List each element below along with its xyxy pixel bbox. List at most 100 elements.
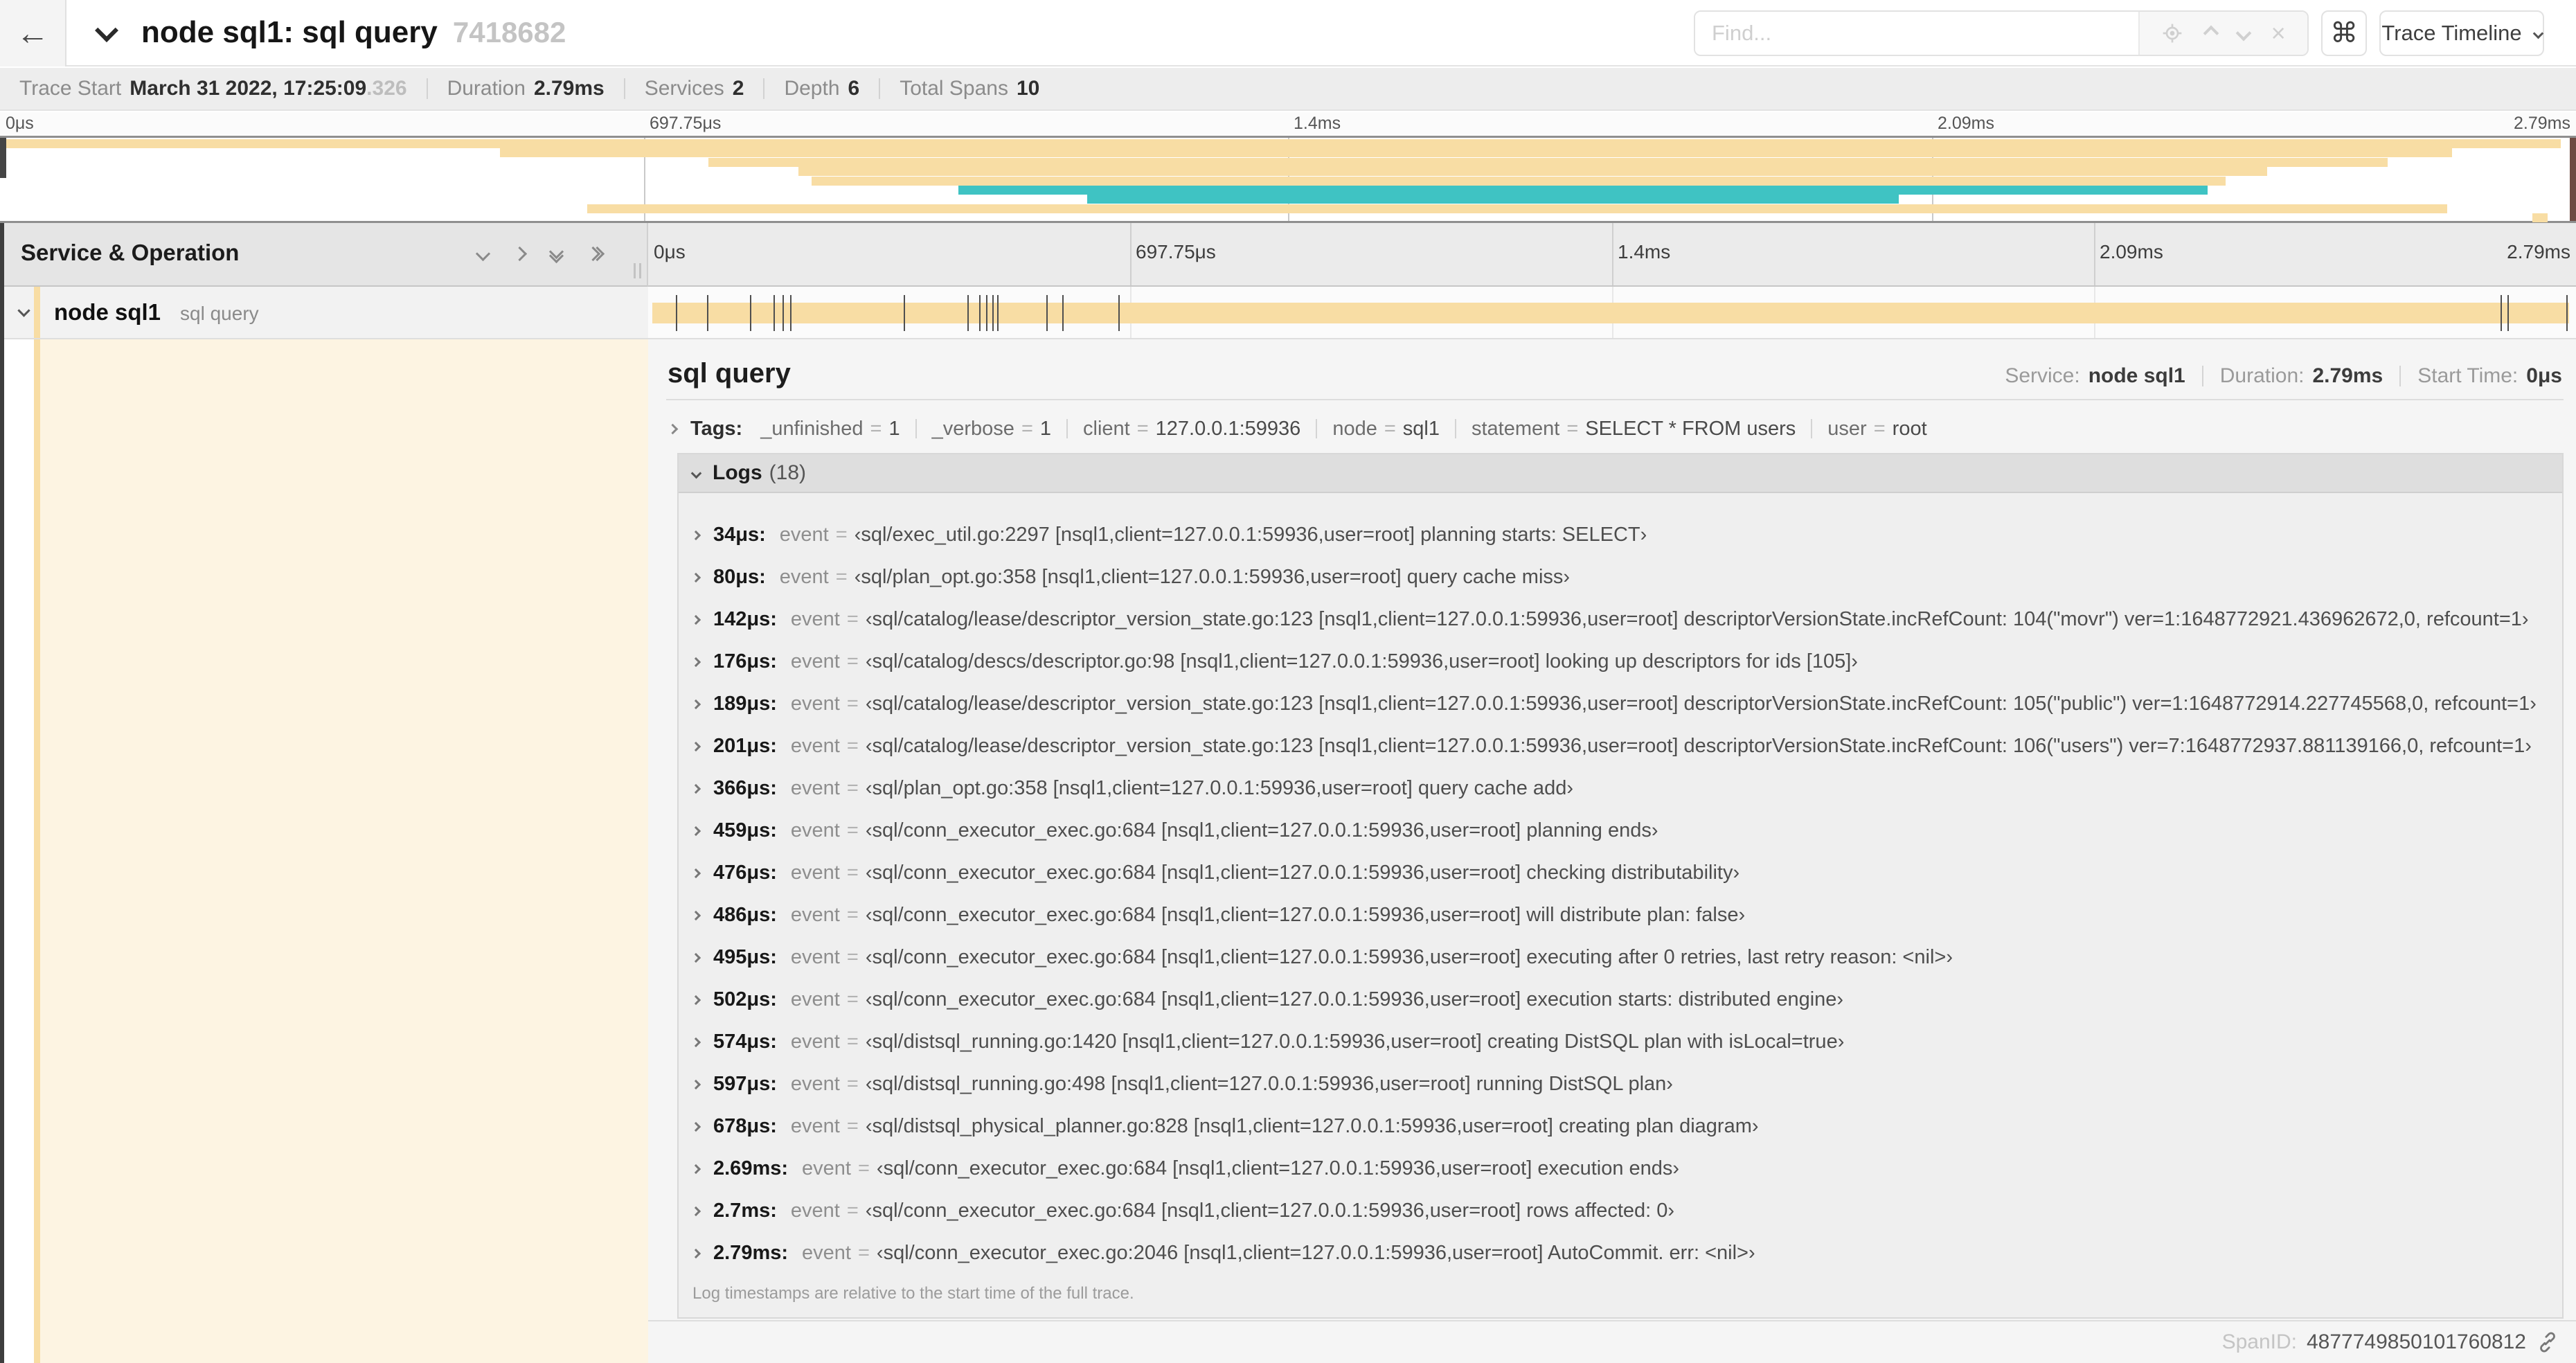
log-equals: =	[846, 693, 859, 715]
logs-header[interactable]: Logs (18)	[679, 454, 2562, 493]
info-label: Services	[644, 77, 724, 100]
chevron-right-icon	[690, 1121, 701, 1132]
log-field-value: ‹sql/distsql_running.go:1420 [nsql1,clie…	[865, 1031, 1845, 1053]
log-field-key: event	[790, 819, 840, 841]
log-marker	[997, 295, 999, 331]
collapse-all-icon[interactable]	[548, 244, 564, 264]
log-timestamp: 597μs:	[713, 1073, 777, 1095]
log-field-value: ‹sql/plan_opt.go:358 [nsql1,client=127.0…	[865, 777, 1573, 799]
log-row[interactable]: 2.7ms: event = ‹sql/conn_executor_exec.go:6…	[690, 1190, 2562, 1232]
deep-link-icon[interactable]	[2536, 1330, 2559, 1354]
top-bar: ← node sql1: sql query 7418682 × ⌘ Trace …	[0, 0, 2576, 66]
tag-value: 1	[1039, 417, 1052, 440]
log-row[interactable]: 495μs: event = ‹sql/conn_executor_exec.go:6…	[690, 936, 2562, 979]
log-marker	[749, 295, 751, 331]
span-name-cell[interactable]: node sql1 sql query	[0, 287, 648, 339]
log-row[interactable]: 597μs: event = ‹sql/distsql_running.go:498 …	[690, 1063, 2562, 1105]
logs-list: 34μs: event = ‹sql/exec_util.go:2297 [nsql1…	[679, 495, 2562, 1317]
log-row[interactable]: 189μs: event = ‹sql/catalog/lease/descripto…	[690, 683, 2562, 725]
chevron-right-icon	[690, 530, 701, 540]
tag-key: client	[1083, 417, 1130, 440]
collapse-one-icon[interactable]	[475, 246, 491, 262]
view-selector-label: Trace Timeline	[2381, 21, 2522, 45]
timeline-minimap[interactable]	[0, 136, 2576, 223]
span-collapse-chevron-icon[interactable]	[17, 304, 30, 317]
log-field-key: event	[790, 1073, 840, 1095]
left-edge-scrollbar[interactable]	[0, 223, 4, 1363]
chevron-right-icon	[690, 783, 701, 794]
log-marker	[782, 295, 784, 331]
expand-one-icon[interactable]	[512, 246, 528, 262]
tag-divider	[1066, 419, 1068, 438]
span-duration-bar[interactable]	[652, 295, 2569, 331]
log-row[interactable]: 176μs: event = ‹sql/catalog/descs/descripto…	[690, 641, 2562, 683]
locate-icon[interactable]	[2161, 22, 2183, 44]
duration-value: 2.79ms	[2312, 364, 2383, 387]
log-equals: =	[835, 566, 848, 588]
expand-all-icon[interactable]	[585, 246, 605, 262]
log-field-value: ‹sql/catalog/lease/descriptor_version_st…	[865, 608, 2529, 630]
span-detail-panel: sql query Service: node sql1 Duration: 2.7…	[648, 339, 2576, 1363]
minimap-left-scrubber[interactable]	[0, 138, 6, 178]
logs-section: Logs (18) 34μs: event = ‹sql/exec_util.go:2…	[677, 453, 2564, 1319]
tag-value: 127.0.0.1:59936	[1155, 417, 1301, 440]
log-field-key: event	[779, 524, 829, 546]
info-value: 2	[732, 77, 744, 100]
chevron-right-icon	[690, 952, 701, 963]
minimap-right-scrubber[interactable]	[2570, 138, 2576, 221]
log-row[interactable]: 486μs: event = ‹sql/conn_executor_exec.go:6…	[690, 894, 2562, 936]
tag-value: sql1	[1402, 417, 1440, 440]
find-next-icon[interactable]	[2235, 25, 2252, 42]
find-prev-icon[interactable]	[2203, 25, 2219, 42]
tag-equals: =	[1384, 417, 1396, 440]
log-row[interactable]: 142μs: event = ‹sql/catalog/lease/descripto…	[690, 598, 2562, 641]
log-row[interactable]: 2.69ms: event = ‹sql/conn_executor_exec.go:…	[690, 1148, 2562, 1190]
back-button[interactable]: ←	[0, 0, 66, 66]
tag-key: _unfinished	[760, 417, 864, 440]
log-field-key: event	[790, 608, 840, 630]
log-row[interactable]: 366μs: event = ‹sql/plan_opt.go:358 [nsql1,…	[690, 767, 2562, 810]
log-field-key: event	[790, 650, 840, 672]
log-marker	[707, 295, 709, 331]
log-marker	[1046, 295, 1048, 331]
log-row[interactable]: 502μs: event = ‹sql/conn_executor_exec.go:6…	[690, 979, 2562, 1021]
collapse-trace-chevron-icon[interactable]	[95, 19, 118, 42]
tag-equals: =	[1021, 417, 1033, 440]
log-row[interactable]: 2.79ms: event = ‹sql/conn_executor_exec.go:…	[690, 1232, 2562, 1274]
log-equals: =	[857, 1157, 870, 1179]
minimap-tick-labels: 0μs 697.75μs 1.4ms 2.09ms 2.79ms	[0, 112, 2576, 136]
log-row[interactable]: 678μs: event = ‹sql/distsql_physical_planne…	[690, 1105, 2562, 1148]
tags-row[interactable]: Tags: _unfinished = 1 _verbose = 1 client = 127.…	[667, 410, 1927, 447]
log-marker	[986, 295, 988, 331]
log-row[interactable]: 80μs: event = ‹sql/plan_opt.go:358 [nsql1,c…	[690, 556, 2562, 598]
log-field-key: event	[790, 946, 840, 968]
log-row[interactable]: 459μs: event = ‹sql/conn_executor_exec.go:6…	[690, 810, 2562, 852]
log-row[interactable]: 476μs: event = ‹sql/conn_executor_exec.go:6…	[690, 852, 2562, 894]
meta-divider	[2399, 366, 2401, 386]
view-selector-button[interactable]: Trace Timeline	[2379, 10, 2544, 56]
log-timestamp: 476μs:	[713, 862, 777, 884]
tick-label: 697.75μs	[650, 114, 722, 133]
log-field-value: ‹sql/conn_executor_exec.go:684 [nsql1,cl…	[865, 819, 1658, 841]
log-row[interactable]: 201μs: event = ‹sql/catalog/lease/descripto…	[690, 725, 2562, 767]
service-value: node sql1	[2088, 364, 2185, 387]
log-field-value: ‹sql/conn_executor_exec.go:684 [nsql1,cl…	[865, 862, 1740, 884]
start-time-label: Start Time:	[2417, 364, 2519, 387]
chevron-right-icon	[690, 826, 701, 836]
tick-label: 2.09ms	[2100, 241, 2163, 262]
service-operation-header: Service & Operation	[0, 223, 648, 287]
info-label: Total Spans	[900, 77, 1008, 100]
log-row[interactable]: 574μs: event = ‹sql/distsql_running.go:1420…	[690, 1021, 2562, 1063]
log-timestamp: 574μs:	[713, 1031, 777, 1053]
timeline-grid-header: Service & Operation 0μs 697.75μs 1.4ms 2.09…	[0, 223, 2576, 287]
find-input[interactable]	[1695, 12, 2138, 55]
tag-value: 1	[888, 417, 900, 440]
keyboard-shortcuts-button[interactable]: ⌘	[2321, 10, 2367, 56]
service-label: Service:	[2005, 364, 2080, 387]
chevron-down-icon	[2532, 28, 2543, 39]
tag-divider	[1811, 419, 1813, 438]
log-timestamp: 366μs:	[713, 777, 777, 799]
log-row[interactable]: 34μs: event = ‹sql/exec_util.go:2297 [nsql1…	[690, 514, 2562, 556]
column-resizer-grip[interactable]	[634, 263, 641, 278]
find-clear-icon[interactable]: ×	[2271, 21, 2286, 46]
